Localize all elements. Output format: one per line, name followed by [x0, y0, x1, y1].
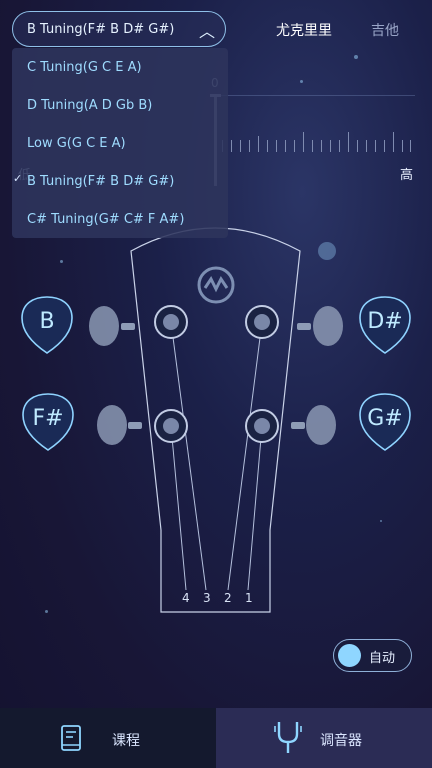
- instrument-tab-ukulele[interactable]: 尤克里里: [276, 20, 332, 40]
- strings: [170, 321, 263, 591]
- note-label: F#: [32, 406, 64, 431]
- note-pick-d-sharp[interactable]: D#: [359, 296, 411, 354]
- note-pick-b[interactable]: B: [21, 296, 73, 354]
- note-label: G#: [367, 406, 403, 431]
- nav-tab-tuner[interactable]: 调音器: [216, 708, 432, 768]
- nav-course-label: 课程: [112, 733, 140, 749]
- string-number-3: 3: [203, 591, 211, 605]
- tuning-dropdown-menu: C Tuning(G C E A) D Tuning(A D Gb B) Low…: [12, 48, 228, 238]
- book-icon: [61, 725, 81, 751]
- nav-tuner-label: 调音器: [320, 733, 362, 749]
- note-pick-f-sharp[interactable]: F#: [22, 393, 74, 451]
- string-number-1: 1: [245, 591, 253, 605]
- note-pick-g-sharp[interactable]: G#: [359, 393, 411, 451]
- string-number-4: 4: [182, 591, 190, 605]
- tuning-fork-icon: [274, 722, 302, 753]
- tuning-option-b[interactable]: B Tuning(F# B D# G#): [27, 174, 174, 189]
- tuning-posts: [154, 305, 279, 443]
- chevron-up-icon: ︿: [198, 22, 215, 41]
- brand-logo-icon: [197, 266, 235, 304]
- note-label: D#: [367, 309, 403, 334]
- auto-mode-label: 自动: [369, 651, 396, 666]
- tuning-option-low-g[interactable]: Low G(G C E A): [27, 136, 126, 151]
- selected-tuning-label: B Tuning(F# B D# G#): [27, 21, 175, 37]
- checkmark-icon: ✓: [13, 172, 23, 185]
- auto-mode-toggle[interactable]: 自动: [333, 639, 412, 672]
- note-label: B: [39, 309, 55, 334]
- tuning-option-d[interactable]: D Tuning(A D Gb B): [27, 98, 152, 113]
- string-number-2: 2: [224, 591, 232, 605]
- tuning-option-c[interactable]: C Tuning(G C E A): [27, 60, 142, 75]
- instrument-tab-guitar[interactable]: 吉他: [371, 20, 399, 40]
- toggle-knob: [338, 644, 361, 667]
- tuning-option-c-sharp[interactable]: C# Tuning(G# C# F A#): [27, 212, 184, 227]
- nav-tab-course[interactable]: 课程: [0, 708, 216, 768]
- bottom-navigation: 课程 调音器: [0, 708, 432, 768]
- tuning-select-dropdown[interactable]: B Tuning(F# B D# G#) ︿: [12, 11, 226, 47]
